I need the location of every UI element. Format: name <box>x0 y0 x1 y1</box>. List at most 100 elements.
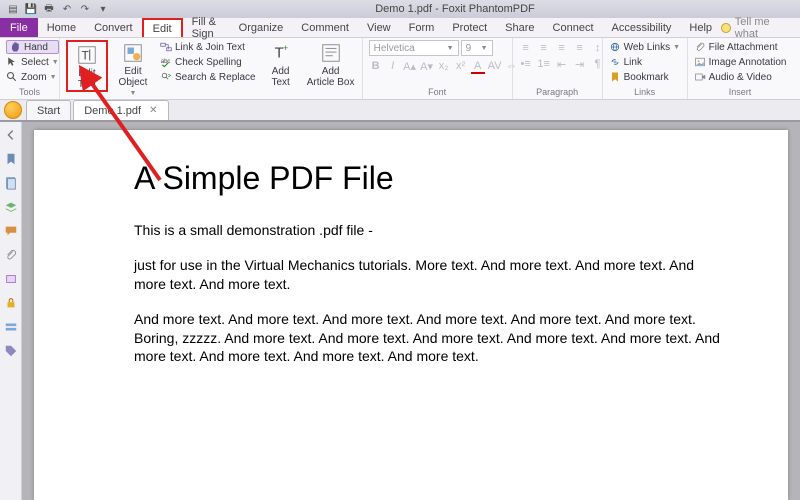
select-tool-button[interactable]: Select▼ <box>6 55 59 69</box>
layers-panel-icon[interactable] <box>4 200 18 214</box>
tab-form[interactable]: Form <box>400 18 444 37</box>
font-color-button[interactable]: A <box>471 60 485 74</box>
subscript-button[interactable]: x₂ <box>437 60 451 74</box>
hand-icon <box>9 41 21 53</box>
audio-video-label: Audio & Video <box>709 72 772 83</box>
grow-font-button[interactable]: A▴ <box>403 60 417 74</box>
superscript-button[interactable]: x² <box>454 60 468 74</box>
lightbulb-icon <box>721 23 731 33</box>
qat-save-icon[interactable]: 💾 <box>24 2 38 16</box>
align-center-button[interactable]: ≡ <box>537 42 551 54</box>
bold-button[interactable]: B <box>369 60 383 74</box>
tab-organize[interactable]: Organize <box>230 18 293 37</box>
font-name-select[interactable]: Helvetica▼ <box>369 40 459 56</box>
add-text-icon: T+ <box>270 42 292 64</box>
comments-panel-icon[interactable] <box>4 224 18 238</box>
edit-object-button[interactable]: Edit Object▼ <box>112 40 154 99</box>
tab-connect[interactable]: Connect <box>544 18 603 37</box>
link-join-text-button[interactable]: Link & Join Text <box>160 40 256 54</box>
spacing-button[interactable]: AV <box>488 60 502 74</box>
qat-undo-icon[interactable]: ↶ <box>60 2 74 16</box>
hand-tool-button[interactable]: Hand <box>6 40 59 54</box>
italic-button[interactable]: I <box>386 60 400 74</box>
tab-share[interactable]: Share <box>496 18 543 37</box>
align-right-button[interactable]: ≡ <box>555 42 569 54</box>
doc-paragraph-1: This is a small demonstration .pdf file … <box>134 221 728 240</box>
svg-text:abc: abc <box>161 59 171 65</box>
align-left-button[interactable]: ≡ <box>519 42 533 54</box>
tab-home[interactable]: Home <box>38 18 85 37</box>
file-attachment-button[interactable]: File Attachment <box>694 40 787 54</box>
search-replace-button[interactable]: Search & Replace <box>160 70 256 84</box>
tab-help[interactable]: Help <box>680 18 721 37</box>
tell-me-search[interactable]: Tell me what <box>721 18 800 37</box>
font-size-select[interactable]: 9▼ <box>461 40 493 56</box>
attachments-panel-icon[interactable] <box>4 248 18 262</box>
tab-edit[interactable]: Edit <box>142 18 183 37</box>
qat-redo-icon[interactable]: ↷ <box>78 2 92 16</box>
work-area: A Simple PDF File This is a small demons… <box>0 122 800 500</box>
menu-bar: File Home Convert Edit Fill & Sign Organ… <box>0 18 800 38</box>
zoom-icon <box>6 71 18 83</box>
document-tab-bar: Start Demo 1.pdf ✕ <box>0 100 800 122</box>
tab-view[interactable]: View <box>358 18 400 37</box>
doc-tab-start-label: Start <box>37 105 60 117</box>
qat-print-icon[interactable]: 🖶 <box>42 2 56 16</box>
group-paragraph-label: Paragraph <box>519 87 596 99</box>
navigation-pane <box>0 122 22 500</box>
bullet-list-button[interactable]: •≡ <box>519 58 533 71</box>
shrink-font-button[interactable]: A▾ <box>420 60 434 74</box>
check-spelling-button[interactable]: abc Check Spelling <box>160 55 256 69</box>
app-orb-icon[interactable] <box>4 101 22 119</box>
group-tools: Hand Select▼ Zoom▼ Tools <box>0 38 60 99</box>
web-links-label: Web Links <box>624 42 671 53</box>
quick-access-toolbar: ▤ 💾 🖶 ↶ ↷ ▾ <box>0 2 110 16</box>
tab-accessibility[interactable]: Accessibility <box>603 18 681 37</box>
font-style-row: B I A▴ A▾ x₂ x² A AV ⇔ <box>369 60 519 74</box>
file-menu-button[interactable]: File <box>0 18 38 37</box>
indent-button[interactable]: ⇥ <box>573 58 587 71</box>
edit-text-button[interactable]: T Edit Text <box>66 40 108 92</box>
group-links-label: Links <box>609 87 681 99</box>
number-list-button[interactable]: 1≡ <box>537 58 551 71</box>
bookmarks-panel-icon[interactable] <box>4 152 18 166</box>
link-join-label: Link & Join Text <box>175 42 245 53</box>
zoom-tool-button[interactable]: Zoom▼ <box>6 70 59 84</box>
audio-video-button[interactable]: Audio & Video <box>694 70 787 84</box>
signatures-panel-icon[interactable] <box>4 272 18 286</box>
tab-comment[interactable]: Comment <box>292 18 358 37</box>
group-font: Helvetica▼ 9▼ B I A▴ A▾ x₂ x² A AV ⇔ Fon… <box>363 38 513 99</box>
image-annotation-button[interactable]: Image Annotation <box>694 55 787 69</box>
security-panel-icon[interactable] <box>4 296 18 310</box>
doc-paragraph-3: And more text. And more text. And more t… <box>134 310 728 367</box>
link-label: Link <box>624 57 642 68</box>
spelling-icon: abc <box>160 56 172 68</box>
nav-collapse-icon[interactable] <box>4 128 18 142</box>
tags-panel-icon[interactable] <box>4 344 18 358</box>
bookmark-button[interactable]: Bookmark <box>609 70 680 84</box>
group-insert-label: Insert <box>694 87 787 99</box>
outdent-button[interactable]: ⇤ <box>555 58 569 71</box>
fields-panel-icon[interactable] <box>4 320 18 334</box>
bookmark-label: Bookmark <box>624 72 669 83</box>
doc-tab-demo1[interactable]: Demo 1.pdf ✕ <box>73 100 168 120</box>
image-annotation-label: Image Annotation <box>709 57 787 68</box>
link-button[interactable]: Link <box>609 55 680 69</box>
tab-fill-sign[interactable]: Fill & Sign <box>183 18 230 37</box>
pages-panel-icon[interactable] <box>4 176 18 190</box>
doc-tab-start[interactable]: Start <box>26 100 71 120</box>
web-links-button[interactable]: Web Links▼ <box>609 40 680 54</box>
add-text-button[interactable]: T+ Add Text <box>260 40 302 88</box>
close-tab-icon[interactable]: ✕ <box>149 105 157 116</box>
attachment-icon <box>694 41 706 53</box>
add-article-box-button[interactable]: Add Article Box <box>306 40 356 88</box>
tab-protect[interactable]: Protect <box>443 18 496 37</box>
doc-heading: A Simple PDF File <box>134 160 728 197</box>
qat-open-icon[interactable]: ▤ <box>6 2 20 16</box>
add-text-label: Add Text <box>271 66 289 88</box>
qat-dropdown-icon[interactable]: ▾ <box>96 2 110 16</box>
tab-convert[interactable]: Convert <box>85 18 142 37</box>
justify-button[interactable]: ≡ <box>573 42 587 54</box>
doc-tab-demo1-label: Demo 1.pdf <box>84 105 141 117</box>
audio-video-icon <box>694 71 706 83</box>
